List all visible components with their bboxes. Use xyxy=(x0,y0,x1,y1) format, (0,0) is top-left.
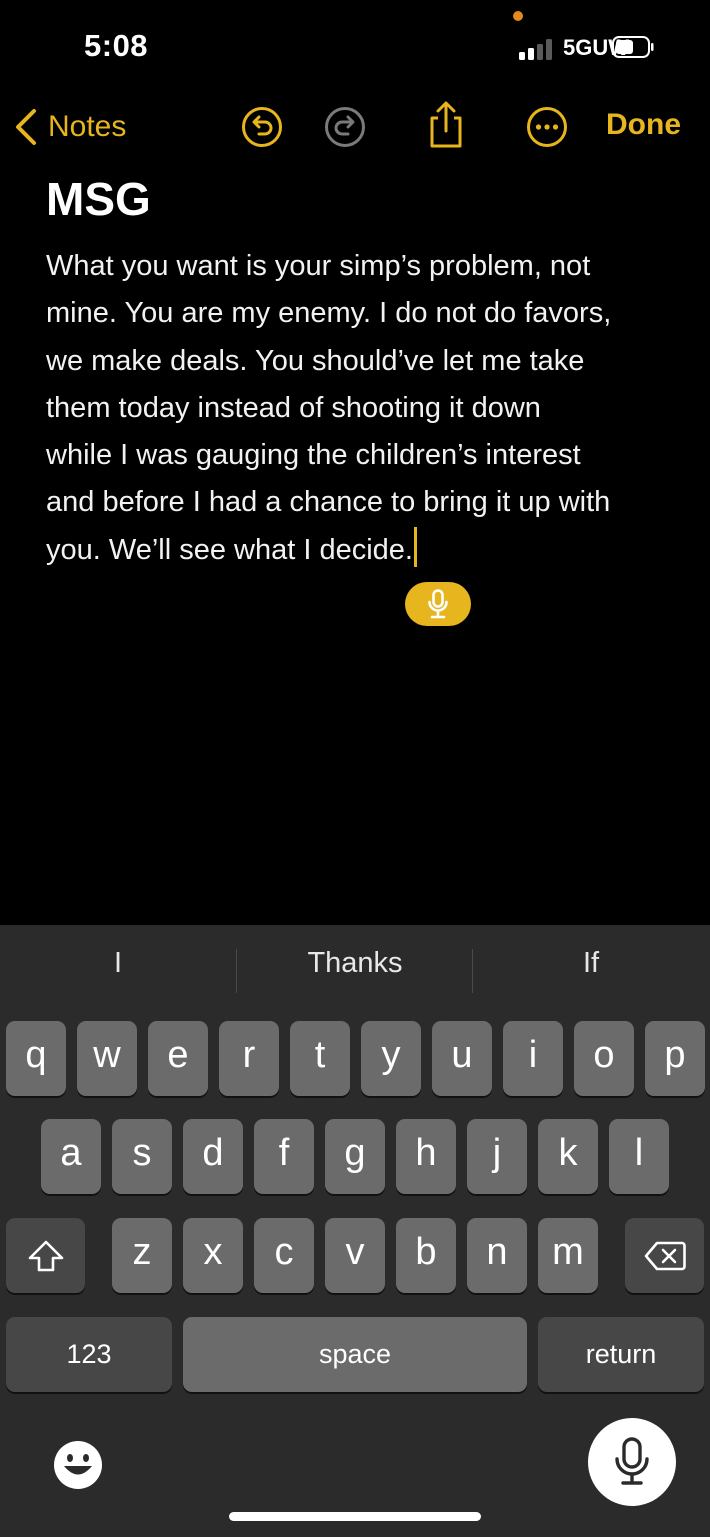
note-line: What you want is your simp’s problem, no… xyxy=(46,250,591,282)
numbers-key[interactable]: 123 xyxy=(6,1317,172,1392)
key-a[interactable]: a xyxy=(41,1119,101,1194)
dictation-indicator[interactable] xyxy=(405,582,471,626)
done-button[interactable]: Done xyxy=(606,108,681,142)
key-z[interactable]: z xyxy=(112,1218,172,1293)
key-h[interactable]: h xyxy=(396,1119,456,1194)
chevron-left-icon xyxy=(16,109,36,145)
shift-key[interactable] xyxy=(6,1218,85,1293)
key-k[interactable]: k xyxy=(538,1119,598,1194)
status-bar: 5:08 5GUW xyxy=(0,0,710,90)
key-m[interactable]: m xyxy=(538,1218,598,1293)
cellular-signal-icon xyxy=(519,38,555,60)
emoji-icon[interactable] xyxy=(52,1439,104,1491)
back-button-label: Notes xyxy=(48,110,127,143)
note-title[interactable]: MSG xyxy=(46,172,151,226)
suggestion-1[interactable]: I xyxy=(0,947,236,980)
suggestion-2[interactable]: Thanks xyxy=(237,947,473,980)
key-o[interactable]: o xyxy=(574,1021,634,1096)
note-line: mine. You are my enemy. I do not do favo… xyxy=(46,297,612,330)
delete-key[interactable] xyxy=(625,1218,704,1293)
microphone-icon xyxy=(615,1437,649,1485)
privacy-indicator-dot xyxy=(513,11,523,21)
key-e[interactable]: e xyxy=(148,1021,208,1096)
microphone-icon xyxy=(428,589,448,619)
note-line-last: you. We’ll see what I decide. xyxy=(46,526,676,574)
key-d[interactable]: d xyxy=(183,1119,243,1194)
shift-icon xyxy=(28,1240,63,1271)
key-f[interactable]: f xyxy=(254,1119,314,1194)
key-v[interactable]: v xyxy=(325,1218,385,1293)
dictation-button[interactable] xyxy=(588,1418,676,1506)
key-n[interactable]: n xyxy=(467,1218,527,1293)
key-p[interactable]: p xyxy=(645,1021,705,1096)
key-j[interactable]: j xyxy=(467,1119,527,1194)
key-c[interactable]: c xyxy=(254,1218,314,1293)
key-x[interactable]: x xyxy=(183,1218,243,1293)
note-line: we make deals. You should’ve let me take xyxy=(46,344,585,377)
text-cursor xyxy=(414,526,417,567)
suggestion-3[interactable]: If xyxy=(473,947,709,980)
key-u[interactable]: u xyxy=(432,1021,492,1096)
key-i[interactable]: i xyxy=(503,1021,563,1096)
key-g[interactable]: g xyxy=(325,1119,385,1194)
space-key[interactable]: space xyxy=(183,1317,527,1392)
note-line-text: you. We’ll see what I decide. xyxy=(46,533,413,566)
key-s[interactable]: s xyxy=(112,1119,172,1194)
key-b[interactable]: b xyxy=(396,1218,456,1293)
note-line: while I was gauging the children’s inter… xyxy=(46,439,581,472)
battery-icon xyxy=(612,36,654,58)
undo-icon[interactable] xyxy=(240,105,284,149)
key-r[interactable]: r xyxy=(219,1021,279,1096)
predictive-bar: I Thanks If xyxy=(0,925,710,1017)
keyboard: I Thanks If q w e r t y u i o p a s d f … xyxy=(0,925,710,1537)
back-button[interactable]: Notes xyxy=(14,106,126,148)
key-y[interactable]: y xyxy=(361,1021,421,1096)
note-line: them today instead of shooting it down xyxy=(46,391,541,424)
status-time: 5:08 xyxy=(84,28,149,63)
key-q[interactable]: q xyxy=(6,1021,66,1096)
ellipsis-circle-icon[interactable] xyxy=(525,105,569,149)
delete-backward-icon xyxy=(644,1241,686,1270)
note-body[interactable]: What you want is your simp’s problem, no… xyxy=(46,243,676,574)
key-t[interactable]: t xyxy=(290,1021,350,1096)
key-w[interactable]: w xyxy=(77,1021,137,1096)
note-toolbar: Notes Done xyxy=(0,96,710,158)
home-indicator[interactable] xyxy=(229,1512,481,1521)
key-l[interactable]: l xyxy=(609,1119,669,1194)
redo-icon[interactable] xyxy=(323,105,367,149)
return-key[interactable]: return xyxy=(538,1317,704,1392)
note-line: and before I had a chance to bring it up… xyxy=(46,486,611,519)
share-icon[interactable] xyxy=(424,100,468,150)
